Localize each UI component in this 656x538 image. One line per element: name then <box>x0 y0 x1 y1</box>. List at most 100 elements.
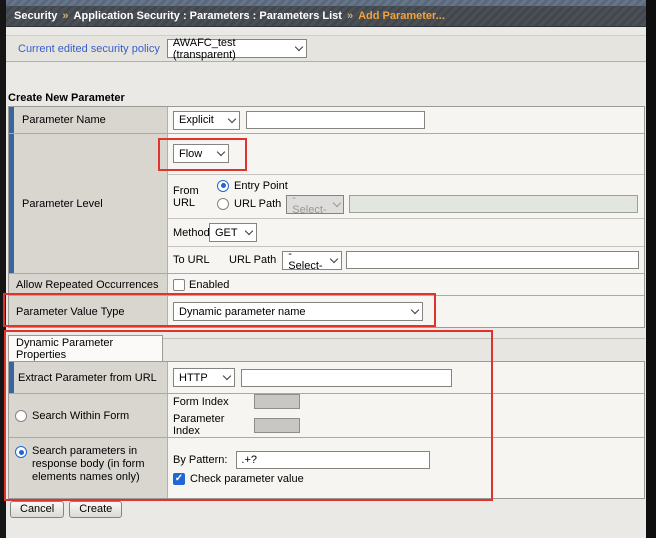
to-url-input[interactable] <box>346 251 639 270</box>
form-index-input <box>254 394 300 409</box>
policy-bar: Current edited security policy AWAFC_tes… <box>6 35 646 62</box>
parameter-level-flow-subrow: Flow <box>168 134 644 175</box>
chevron-down-icon <box>227 114 237 123</box>
to-url-label: To URL <box>173 254 210 267</box>
method-value: GET <box>215 226 238 239</box>
parameter-value-type-content: Dynamic parameter name <box>168 296 644 327</box>
f5-asm-add-parameter-screen: Security » Application Security : Parame… <box>0 0 656 538</box>
parameter-name-input[interactable] <box>246 111 425 129</box>
enabled-checkbox[interactable] <box>173 278 185 291</box>
to-url-path-select[interactable]: -Select- <box>282 248 343 272</box>
create-button[interactable]: Create <box>69 501 123 518</box>
to-url-subrow: To URL URL Path -Select- <box>168 247 644 273</box>
breadcrumb-path[interactable]: Application Security : Parameters : Para… <box>74 10 342 22</box>
extract-protocol-value: HTTP <box>179 371 208 384</box>
extract-parameter-label-cell: Extract Parameter from URL <box>9 362 168 393</box>
parameter-name-content: Explicit <box>168 107 644 133</box>
tab-label: Dynamic Parameter Properties <box>16 336 114 361</box>
from-url-path-select-value: -Select- <box>292 192 327 217</box>
table-row-extract-parameter: Extract Parameter from URL HTTP <box>9 362 644 394</box>
from-url-path-select: -Select- <box>286 192 345 217</box>
breadcrumb-separator-icon: » <box>62 10 69 22</box>
breadcrumb: Security » Application Security : Parame… <box>6 6 646 27</box>
search-response-label-cell: Search parameters in response body (in f… <box>9 438 168 498</box>
check-parameter-value-checkbox[interactable]: ✓ <box>173 473 185 485</box>
allow-repeated-content: Enabled <box>168 274 644 295</box>
row-accent-bar <box>9 134 14 273</box>
parameter-value-type-label-cell: Parameter Value Type <box>9 296 168 327</box>
form-index-label: Form Index <box>173 395 229 408</box>
enabled-label: Enabled <box>189 278 230 291</box>
parameter-level-content: Flow From URL Entry Point URL Path -Sele… <box>168 134 644 273</box>
breadcrumb-current: Add Parameter... <box>358 10 445 22</box>
search-within-form-radio[interactable] <box>15 409 27 422</box>
action-buttons: Cancel Create <box>10 501 123 518</box>
breadcrumb-section[interactable]: Security <box>14 10 57 22</box>
method-select[interactable]: GET <box>209 223 257 243</box>
extract-parameter-content: HTTP <box>168 362 644 393</box>
search-response-content: By Pattern: .+? ✓ Check parameter value <box>168 438 644 498</box>
cancel-button[interactable]: Cancel <box>10 501 65 518</box>
search-response-label: Search parameters in response body (in f… <box>32 445 145 483</box>
window-right-edge <box>646 0 656 538</box>
parameter-level-value: Flow <box>179 147 203 160</box>
parameter-level-label: Parameter Level <box>22 197 103 210</box>
by-pattern-input[interactable]: .+? <box>236 451 431 469</box>
parameter-value-type-value: Dynamic parameter name <box>179 305 306 318</box>
allow-repeated-label: Allow Repeated Occurrences <box>16 278 159 291</box>
parameter-level-select[interactable]: Flow <box>173 144 229 164</box>
tab-strip-filler <box>163 338 645 361</box>
check-parameter-value-label: Check parameter value <box>190 473 304 485</box>
entry-point-radio[interactable] <box>217 179 229 192</box>
from-url-subrow: From URL Entry Point URL Path -Select- <box>168 175 644 220</box>
row-accent-bar <box>9 362 14 393</box>
chevron-down-icon <box>294 42 304 52</box>
parameter-value-type-select[interactable]: Dynamic parameter name <box>173 302 423 321</box>
table-row-parameter-level: Parameter Level Flow From URL Entry Poin… <box>9 134 644 274</box>
parameter-name-type-select[interactable]: Explicit <box>173 110 240 130</box>
parameter-index-input <box>254 417 300 433</box>
tab-dynamic-parameter-properties[interactable]: Dynamic Parameter Properties <box>8 335 163 361</box>
chevron-down-icon <box>216 148 226 157</box>
search-within-form-label: Search Within Form <box>32 409 130 422</box>
method-subrow: Method GET <box>168 219 644 248</box>
extract-parameter-label: Extract Parameter from URL <box>18 371 157 384</box>
row-accent-bar <box>9 107 14 133</box>
table-row-parameter-value-type: Parameter Value Type Dynamic parameter n… <box>9 296 644 327</box>
allow-repeated-label-cell: Allow Repeated Occurrences <box>9 274 168 295</box>
breadcrumb-separator-icon: » <box>346 10 354 22</box>
table-row-allow-repeated: Allow Repeated Occurrences Enabled <box>9 274 644 296</box>
policy-label: Current edited security policy <box>18 42 160 55</box>
url-path-radio[interactable] <box>217 198 229 211</box>
url-path-label: URL Path <box>234 198 282 211</box>
parameter-index-label: Parameter Index <box>173 413 225 437</box>
parameter-value-type-label: Parameter Value Type <box>16 305 125 318</box>
chevron-down-icon <box>222 371 232 381</box>
from-url-label: From URL <box>173 184 199 209</box>
dynamic-parameter-properties-table: Extract Parameter from URL HTTP Search W… <box>8 361 645 499</box>
parameter-name-type-value: Explicit <box>179 114 214 126</box>
page-title: Create New Parameter <box>8 92 125 104</box>
search-within-form-content: Form Index Parameter Index <box>168 394 644 437</box>
policy-select[interactable]: AWAFC_test (transparent) <box>166 36 307 61</box>
chevron-down-icon <box>410 305 420 315</box>
by-pattern-label: By Pattern: <box>173 454 228 466</box>
window-left-edge <box>0 0 6 538</box>
from-url-path-input <box>349 195 638 214</box>
chevron-down-icon <box>332 198 341 207</box>
policy-select-value: AWAFC_test (transparent) <box>172 36 236 61</box>
check-icon: ✓ <box>174 473 184 484</box>
search-within-form-label-cell: Search Within Form <box>9 394 168 437</box>
chevron-down-icon <box>330 254 339 263</box>
extract-url-input[interactable] <box>241 368 452 387</box>
search-response-radio[interactable] <box>15 446 27 458</box>
parameter-level-label-cell: Parameter Level <box>9 134 168 273</box>
to-url-path-label: URL Path <box>229 254 277 267</box>
extract-protocol-select[interactable]: HTTP <box>173 368 235 387</box>
entry-point-label: Entry Point <box>234 179 288 192</box>
create-parameter-table: Parameter Name Explicit Parameter Level … <box>8 106 645 328</box>
table-row-search-within-form: Search Within Form Form Index Parameter … <box>9 394 644 438</box>
table-row-parameter-name: Parameter Name Explicit <box>9 107 644 134</box>
parameter-name-label: Parameter Name <box>22 114 106 126</box>
chevron-down-icon <box>244 227 254 236</box>
